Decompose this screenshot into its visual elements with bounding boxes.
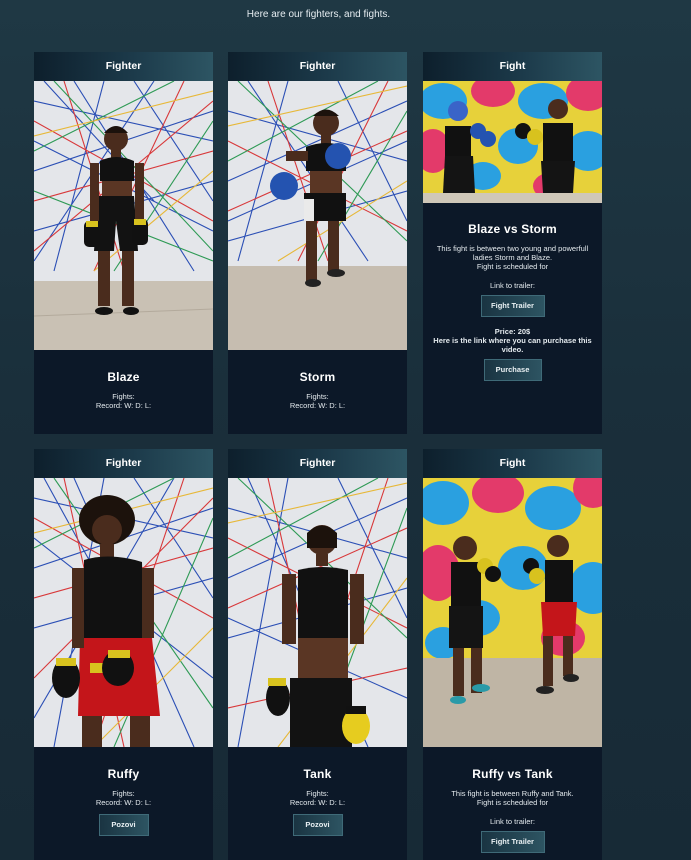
fighter-photo-tank [228, 478, 407, 747]
intro-text: Here are our fighters, and fights. [246, 9, 391, 20]
fight-price: Price: 20$ [494, 327, 531, 336]
fighter-fights: Fights: [112, 392, 135, 401]
trailer-label: Link to trailer: [489, 817, 536, 826]
fighter-name: Tank [303, 767, 332, 781]
fight-trailer-button[interactable]: Fight Trailer [480, 295, 545, 317]
fight-title: Ruffy vs Tank [472, 767, 553, 781]
pozovi-button[interactable]: Pozovi [292, 814, 343, 836]
fight-trailer-button[interactable]: Fight Trailer [480, 831, 545, 853]
fighter-record: Record: W: D: L: [289, 798, 346, 807]
fight-description-line: This fight is between two young and powe… [436, 244, 589, 253]
card-header: Fighter [228, 52, 407, 81]
fight-title: Blaze vs Storm [468, 222, 557, 236]
fight-photo-blaze-vs-storm [423, 81, 602, 203]
fight-card-blaze-vs-storm: Fight Blaze vs Storm This fight is betwe… [423, 52, 602, 434]
fighter-photo-storm [228, 81, 407, 350]
card-header: Fighter [34, 52, 213, 81]
fighter-record: Record: W: D: L: [289, 401, 346, 410]
fight-description-line: This fight is between Ruffy and Tank. [451, 789, 574, 798]
fighter-record: Record: W: D: L: [95, 401, 152, 410]
fight-description-line: ladies Storm and Blaze. [472, 253, 553, 262]
fighter-name: Blaze [107, 370, 140, 384]
trailer-label: Link to trailer: [489, 281, 536, 290]
card-header: Fighter [34, 449, 213, 478]
fight-card-ruffy-vs-tank: Fight Ruffy vs Tank This fight is betwee… [423, 449, 602, 860]
fight-schedule: Fight is scheduled for [476, 798, 549, 807]
fighter-card-blaze: Fighter Blaze Fights: Record: W: D: L: [34, 52, 213, 434]
pozovi-button[interactable]: Pozovi [98, 814, 149, 836]
fighter-name: Ruffy [107, 767, 140, 781]
fighter-card-storm: Fighter Storm Fights: Record: W: D: L: [228, 52, 407, 434]
fighter-photo-ruffy [34, 478, 213, 747]
fighter-fights: Fights: [112, 789, 135, 798]
fighter-fights: Fights: [306, 789, 329, 798]
card-header: Fight [423, 52, 602, 81]
fighter-name: Storm [299, 370, 336, 384]
fighter-card-tank: Fighter Tank Fights: Record: W: D: L: Po… [228, 449, 407, 860]
fighter-record: Record: W: D: L: [95, 798, 152, 807]
fight-photo-ruffy-vs-tank [423, 478, 602, 747]
fighter-fights: Fights: [306, 392, 329, 401]
card-header: Fighter [228, 449, 407, 478]
fighter-photo-blaze [34, 81, 213, 350]
purchase-text: Here is the link where you can purchase … [433, 336, 592, 354]
purchase-button[interactable]: Purchase [483, 359, 542, 381]
card-header: Fight [423, 449, 602, 478]
fighter-card-ruffy: Fighter Ruffy Fights: Record: W: D: L: P… [34, 449, 213, 860]
fight-schedule: Fight is scheduled for [476, 262, 549, 271]
